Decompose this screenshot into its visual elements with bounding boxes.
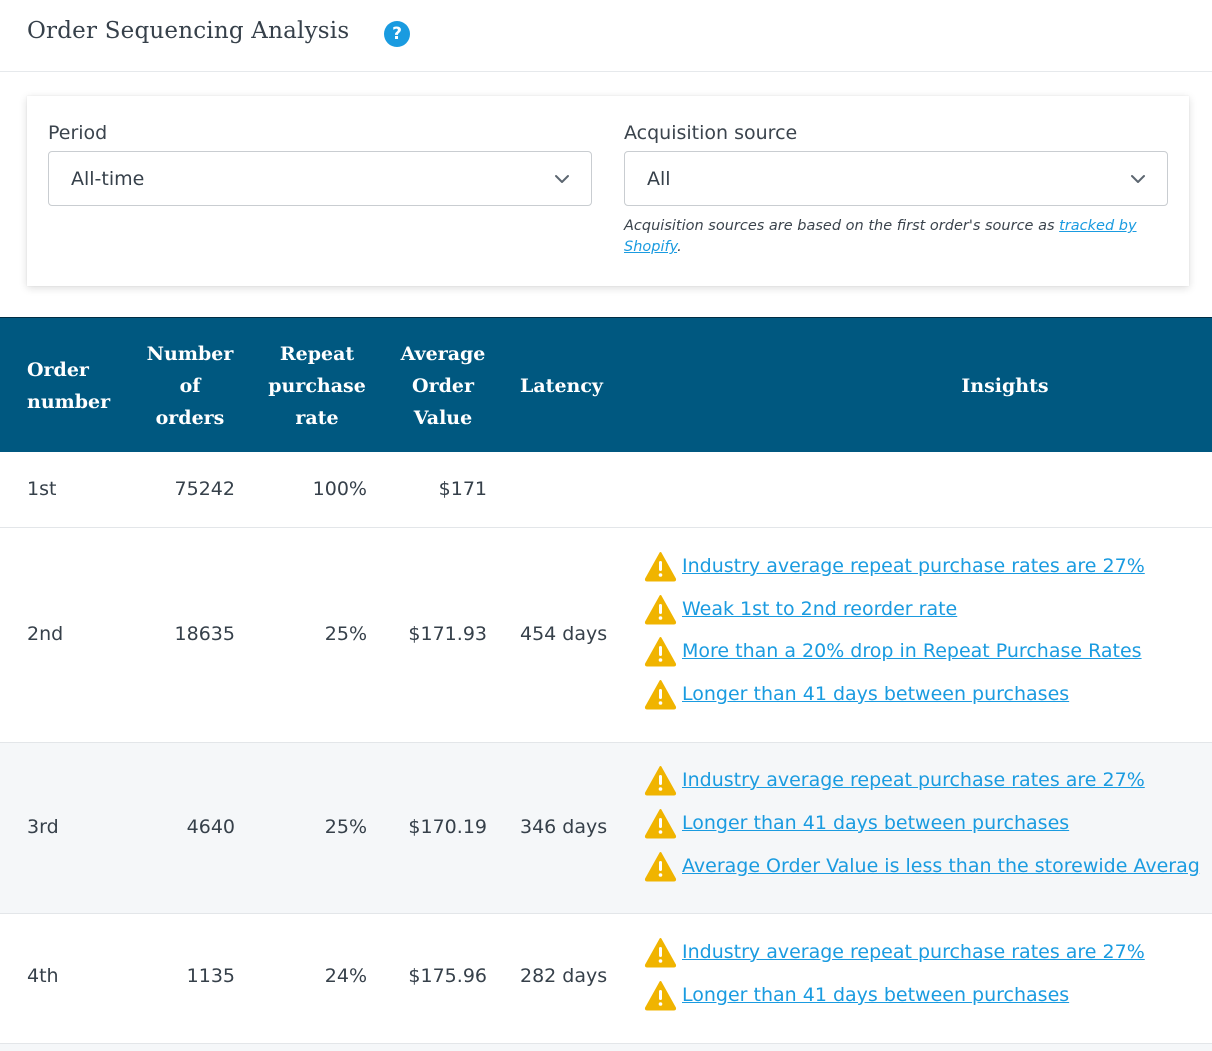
warning-triangle-icon: [644, 551, 677, 581]
col-aov-line-2: Order: [412, 374, 474, 397]
insight-link[interactable]: Weak 1st to 2nd reorder rate: [682, 598, 957, 620]
warning-triangle-icon: [644, 937, 677, 967]
col-repeat-rate-line-3: rate: [295, 406, 339, 429]
cell-number-of-orders: 75242: [174, 478, 235, 500]
insight-link[interactable]: More than a 20% drop in Repeat Purchase …: [682, 640, 1142, 662]
table-row: 4th 1135 24% $175.96 282 days Industry a…: [0, 914, 1212, 1044]
insight-link[interactable]: Longer than 41 days between purchases: [682, 812, 1069, 834]
insight-item: Average Order Value is less than the sto…: [644, 850, 1200, 882]
cell-repeat-rate: 25%: [324, 623, 367, 645]
period-select-value: All-time: [71, 167, 145, 190]
warning-triangle-icon: [644, 679, 677, 709]
insight-link[interactable]: Longer than 41 days between purchases: [682, 683, 1069, 705]
col-order-number-line-1: Order: [27, 358, 89, 381]
warning-triangle-icon: [644, 808, 677, 838]
insight-item: Weak 1st to 2nd reorder rate: [644, 593, 957, 625]
col-insights: Insights: [961, 374, 1049, 397]
cell-repeat-rate: 24%: [324, 965, 367, 987]
cell-order-number: 1st: [27, 478, 57, 500]
acquisition-source-note: Acquisition sources are based on the fir…: [624, 216, 1164, 258]
insight-link[interactable]: Industry average repeat purchase rates a…: [682, 769, 1145, 791]
table-row: 1st 75242 100% $171: [0, 452, 1212, 528]
cell-number-of-orders: 18635: [174, 623, 235, 645]
acquisition-source-label: Acquisition source: [624, 122, 798, 144]
note-text: Acquisition sources are based on the fir…: [624, 218, 1060, 234]
cell-aov: $171.93: [408, 623, 487, 645]
cell-repeat-rate: 25%: [324, 816, 367, 838]
chevron-down-icon: [1131, 175, 1145, 183]
cell-number-of-orders: 1135: [186, 965, 235, 987]
cell-latency: 346 days: [520, 816, 608, 838]
insight-item: Longer than 41 days between purchases: [644, 678, 1069, 710]
col-number-of-orders-line-1: Number: [146, 342, 234, 365]
cell-order-number: 2nd: [27, 623, 64, 645]
help-question-icon[interactable]: ?: [384, 21, 410, 47]
table-row: 3rd 4640 25% $170.19 346 days Industry a…: [0, 743, 1212, 914]
insight-link[interactable]: Average Order Value is less than the sto…: [682, 855, 1200, 877]
cell-latency: 454 days: [520, 623, 608, 645]
col-number-of-orders: Number of orders: [140, 318, 240, 453]
col-repeat-rate-line-1: Repeat: [279, 342, 355, 365]
cell-latency: 282 days: [520, 965, 608, 987]
period-select[interactable]: All-time: [48, 151, 592, 206]
cell-order-number: 3rd: [27, 816, 59, 838]
col-latency: Latency: [520, 374, 603, 397]
cell-aov: $170.19: [408, 816, 487, 838]
insight-item: More than a 20% drop in Repeat Purchase …: [644, 635, 1142, 667]
col-average-order-value: Average Order Value: [393, 318, 493, 453]
insight-item: Industry average repeat purchase rates a…: [644, 764, 1145, 796]
period-label: Period: [48, 122, 108, 144]
cell-aov: $175.96: [408, 965, 487, 987]
col-aov-line-3: Value: [413, 406, 473, 429]
warning-triangle-icon: [644, 765, 677, 795]
warning-triangle-icon: [644, 851, 677, 881]
insight-link[interactable]: Industry average repeat purchase rates a…: [682, 555, 1145, 577]
chevron-down-icon: [555, 175, 569, 183]
insight-item: Industry average repeat purchase rates a…: [644, 936, 1145, 968]
cell-order-number: 4th: [27, 965, 59, 987]
table-row-partial: [0, 1044, 1212, 1051]
col-order-number-line-2: number: [27, 390, 111, 413]
col-repeat-rate-line-2: purchase: [268, 374, 366, 397]
insight-item: Industry average repeat purchase rates a…: [644, 550, 1145, 582]
filter-card: Period All-time Acquisition source All A…: [27, 96, 1189, 286]
page-header: Order Sequencing Analysis ?: [0, 0, 1212, 72]
page-title: Order Sequencing Analysis: [27, 18, 350, 44]
cell-aov: $171: [438, 478, 487, 500]
note-end: .: [677, 239, 682, 255]
insight-link[interactable]: Industry average repeat purchase rates a…: [682, 941, 1145, 963]
cell-repeat-rate: 100%: [312, 478, 367, 500]
table-header: Order number Number of orders Repeat pur…: [0, 317, 1212, 452]
warning-triangle-icon: [644, 636, 677, 666]
col-order-number: Order number: [27, 318, 137, 453]
insight-link[interactable]: Longer than 41 days between purchases: [682, 984, 1069, 1006]
insight-item: Longer than 41 days between purchases: [644, 807, 1069, 839]
acquisition-source-value: All: [647, 167, 671, 190]
col-number-of-orders-line-2: of: [179, 374, 201, 397]
table-row: 2nd 18635 25% $171.93 454 days Industry …: [0, 528, 1212, 743]
col-aov-line-1: Average: [400, 342, 486, 365]
acquisition-source-select[interactable]: All: [624, 151, 1168, 206]
warning-triangle-icon: [644, 594, 677, 624]
cell-number-of-orders: 4640: [186, 816, 235, 838]
insight-item: Longer than 41 days between purchases: [644, 979, 1069, 1011]
warning-triangle-icon: [644, 980, 677, 1010]
col-number-of-orders-line-3: orders: [155, 406, 225, 429]
col-repeat-purchase-rate: Repeat purchase rate: [260, 318, 374, 453]
